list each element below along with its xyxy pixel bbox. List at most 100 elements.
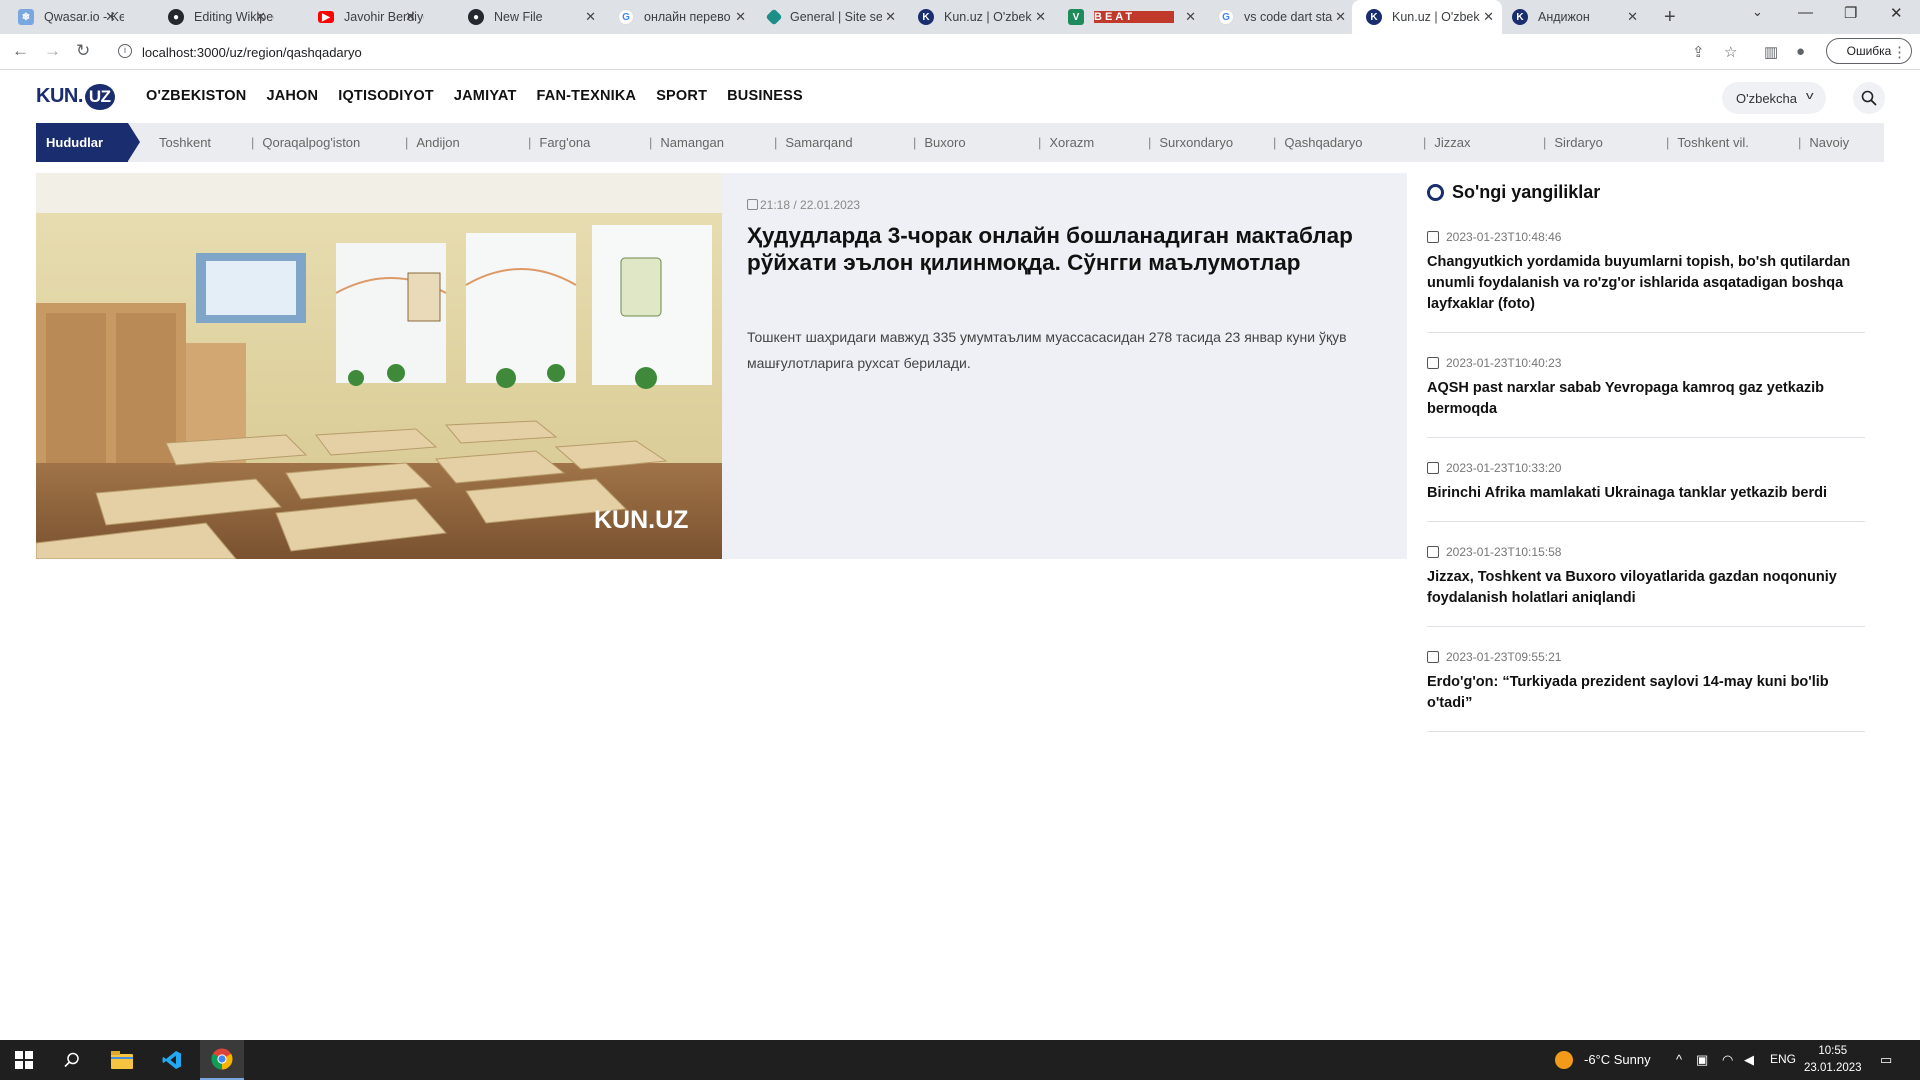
region-item[interactable]: | Navoiy: [1798, 135, 1849, 150]
chrome-icon[interactable]: [200, 1040, 244, 1080]
weather-icon[interactable]: [1554, 1050, 1574, 1073]
news-title[interactable]: Jizzax, Toshkent va Buxoro viloyatlarida…: [1427, 567, 1865, 609]
back-icon[interactable]: ←: [12, 42, 29, 60]
wifi-icon[interactable]: ◠: [1722, 1052, 1733, 1068]
region-item[interactable]: | Samarqand: [774, 135, 853, 150]
language-select[interactable]: O'zbekcha v: [1722, 82, 1826, 114]
news-item[interactable]: 2023-01-23T09:55:21 Erdo'g'on: “Turkiyad…: [1427, 650, 1865, 732]
news-date: 2023-01-23T10:40:23: [1446, 356, 1562, 370]
featured-lead: Тошкент шаҳридаги мавжуд 335 умумтаълим …: [747, 329, 1347, 371]
qwasar-icon: ❄: [18, 9, 34, 25]
close-icon[interactable]: ✕: [255, 10, 266, 24]
news-date: 2023-01-23T10:15:58: [1446, 545, 1562, 559]
weather-text[interactable]: -6°C Sunny: [1584, 1052, 1651, 1067]
region-item[interactable]: | Buxoro: [913, 135, 966, 150]
close-icon[interactable]: ✕: [405, 10, 416, 24]
error-button[interactable]: Ошибка: [1826, 38, 1912, 64]
close-icon[interactable]: ✕: [1483, 10, 1494, 24]
volume-icon[interactable]: ◀: [1744, 1052, 1754, 1068]
profile-icon[interactable]: ●: [1796, 43, 1805, 60]
region-item[interactable]: | Namangan: [649, 135, 724, 150]
browser-tab[interactable]: ▶ Javohir Berdiyev ✕: [300, 0, 424, 34]
circle-icon: [1427, 184, 1444, 201]
news-item[interactable]: 2023-01-23T10:15:58 Jizzax, Toshkent va …: [1427, 545, 1865, 627]
news-item[interactable]: 2023-01-23T10:40:23 AQSH past narxlar sa…: [1427, 356, 1865, 438]
close-icon[interactable]: ✕: [1035, 10, 1046, 24]
nav-item-jahon[interactable]: JAHON: [266, 88, 318, 104]
browser-tab[interactable]: ❄ Qwasar.io - Kee ✕: [0, 0, 124, 34]
taskbar-search-icon[interactable]: [54, 1040, 90, 1080]
region-item[interactable]: | Jizzax: [1423, 135, 1471, 150]
close-icon[interactable]: ✕: [585, 10, 596, 24]
news-title[interactable]: AQSH past narxlar sabab Yevropaga kamroq…: [1427, 378, 1865, 420]
system-clock[interactable]: 10:55 23.01.2023: [1804, 1043, 1862, 1077]
share-icon[interactable]: ⇪: [1692, 43, 1705, 61]
close-icon[interactable]: ✕: [735, 10, 746, 24]
google-icon: G: [618, 9, 634, 25]
region-item[interactable]: | Surxondaryo: [1148, 135, 1233, 150]
nav-item-business[interactable]: BUSINESS: [727, 88, 803, 104]
windows-start-icon[interactable]: [6, 1040, 42, 1080]
search-button[interactable]: [1853, 82, 1885, 114]
region-item[interactable]: | Farg'ona: [528, 135, 590, 150]
featured-title[interactable]: Ҳудудларда 3-чорак онлайн бошланадиган м…: [747, 222, 1367, 276]
news-item[interactable]: 2023-01-23T10:48:46 Changyutkich yordami…: [1427, 230, 1865, 333]
calendar-icon: [1427, 651, 1439, 663]
nav-item-fan-texnika[interactable]: FAN-TEXNIKA: [537, 88, 637, 104]
browser-tab-active[interactable]: K Kun.uz | O'zbek ✕: [1352, 0, 1502, 34]
url-text[interactable]: localhost:3000/uz/region/qashqadaryo: [142, 45, 362, 60]
browser-tab[interactable]: ● Editing Wikipedi ✕: [150, 0, 274, 34]
meet-now-icon[interactable]: ▣: [1696, 1052, 1708, 1068]
nav-item-iqtisodiyot[interactable]: IQTISODIYOT: [338, 88, 434, 104]
taskbar: -6°C Sunny ^ ▣ ◠ ◀ ENG 10:55 23.01.2023 …: [0, 1040, 1920, 1080]
file-explorer-icon[interactable]: [102, 1040, 142, 1080]
region-item-active[interactable]: | Qashqadaryo: [1273, 135, 1362, 150]
close-icon[interactable]: ✕: [105, 10, 116, 24]
region-item[interactable]: | Xorazm: [1038, 135, 1094, 150]
region-item[interactable]: | Sirdaryo: [1543, 135, 1603, 150]
featured-article[interactable]: KUN.UZ 21:18 / 22.01.2023 Ҳудудларда 3-ч…: [36, 173, 1407, 559]
browser-tab[interactable]: General | Site se ✕: [750, 0, 904, 34]
notifications-icon[interactable]: ▭: [1880, 1052, 1892, 1068]
news-title[interactable]: Erdo'g'on: “Turkiyada prezident saylovi …: [1427, 672, 1865, 714]
browser-tab[interactable]: V BEAT ✕: [1050, 0, 1204, 34]
close-icon[interactable]: ✕: [885, 10, 896, 24]
side-panel-icon[interactable]: ▥: [1764, 43, 1778, 61]
new-tab-icon[interactable]: +: [1664, 6, 1676, 29]
vscode-icon[interactable]: [152, 1040, 192, 1080]
browser-tab[interactable]: ● New File ✕: [450, 0, 604, 34]
reload-icon[interactable]: ↻: [76, 42, 90, 60]
close-icon[interactable]: ✕: [1627, 10, 1638, 24]
news-title[interactable]: Changyutkich yordamida buyumlarni topish…: [1427, 252, 1865, 315]
main-nav: O'ZBEKISTON JAHON IQTISODIYOT JAMIYAT FA…: [146, 88, 823, 104]
close-icon[interactable]: ✕: [1185, 10, 1196, 24]
featured-image[interactable]: KUN.UZ: [36, 173, 722, 559]
input-language[interactable]: ENG: [1770, 1052, 1796, 1066]
bookmark-star-icon[interactable]: ☆: [1724, 43, 1737, 61]
browser-tab-strip: ❄ Qwasar.io - Kee ✕ ● Editing Wikipedi ✕…: [0, 0, 1920, 34]
site-logo[interactable]: KUN. UZ: [36, 84, 115, 110]
nav-item-sport[interactable]: SPORT: [656, 88, 707, 104]
restore-icon[interactable]: ❐: [1844, 4, 1857, 22]
browser-tab[interactable]: G онлайн перево ✕: [600, 0, 754, 34]
close-icon[interactable]: ✕: [1335, 10, 1346, 24]
site-info-icon[interactable]: i: [118, 44, 132, 58]
region-item[interactable]: | Toshkent vil.: [1666, 135, 1749, 150]
browser-tab[interactable]: K Андижон ✕: [1500, 0, 1646, 34]
tray-chevron-icon[interactable]: ^: [1676, 1052, 1682, 1067]
forward-icon[interactable]: →: [44, 42, 61, 60]
nav-item-ozbekiston[interactable]: O'ZBEKISTON: [146, 88, 246, 104]
nav-item-jamiyat[interactable]: JAMIYAT: [454, 88, 517, 104]
news-item[interactable]: 2023-01-23T10:33:20 Birinchi Afrika maml…: [1427, 461, 1865, 522]
region-item[interactable]: Toshkent: [159, 135, 211, 150]
news-title[interactable]: Birinchi Afrika mamlakati Ukrainaga tank…: [1427, 483, 1865, 504]
regions-label: Hududlar: [36, 123, 140, 162]
minimize-icon[interactable]: —: [1798, 4, 1813, 21]
tab-search-chevron-icon[interactable]: ⌄: [1752, 4, 1763, 20]
region-item[interactable]: | Andijon: [405, 135, 460, 150]
window-close-icon[interactable]: ✕: [1890, 4, 1903, 22]
region-item[interactable]: | Qoraqalpog'iston: [251, 135, 360, 150]
address-bar[interactable]: i localhost:3000/uz/region/qashqadaryo: [108, 37, 1888, 67]
browser-tab[interactable]: K Kun.uz | O'zbek ✕: [900, 0, 1054, 34]
browser-tab[interactable]: G vs code dart sta ✕: [1200, 0, 1354, 34]
